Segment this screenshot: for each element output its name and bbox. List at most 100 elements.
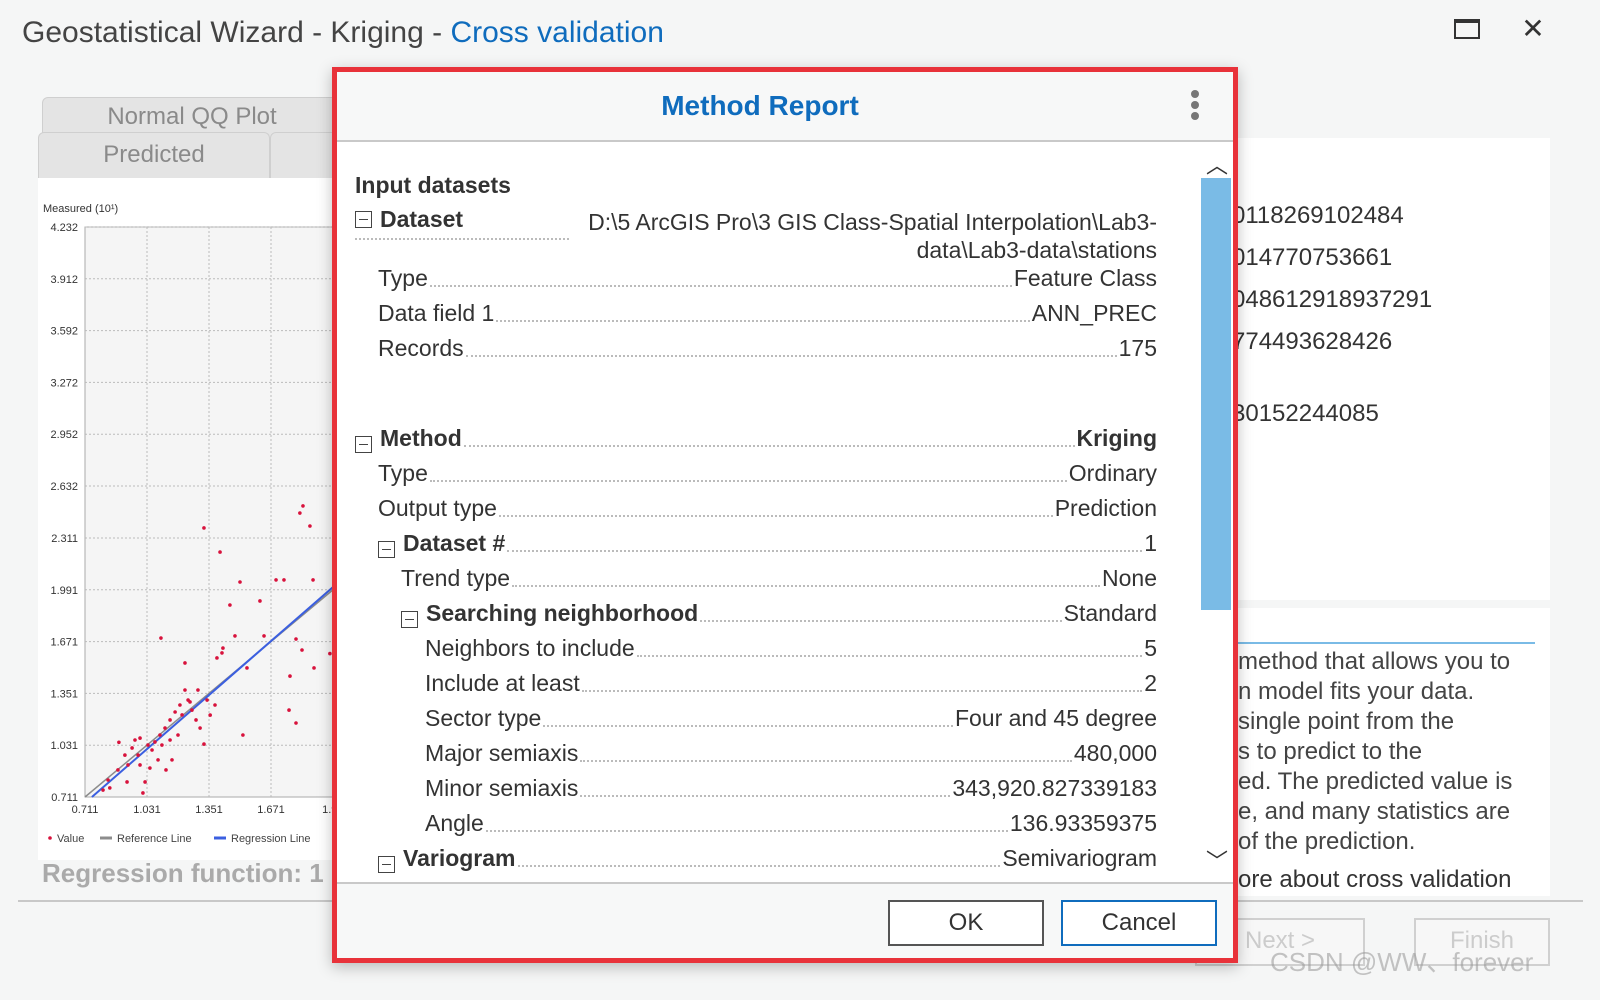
tab-predicted[interactable]: Predicted [38,132,270,178]
stat-value: 30152244085 [1232,400,1379,427]
legend-label: Reference Line [117,833,192,845]
row-value: 480,000 [1073,740,1157,766]
type-row: Type Feature Class [378,262,1157,292]
row-label: Type [378,265,428,291]
data-point [173,710,177,714]
scrollbar-thumb[interactable] [1201,178,1231,610]
data-point [146,743,150,747]
data-point [159,636,163,640]
data-point [300,648,304,652]
row-label: Trend type [401,565,511,591]
dataset-path: D:\5 ArcGIS Pro\3 GIS Class-Spatial Inte… [588,208,1157,264]
data-point [160,743,164,747]
data-point [215,656,219,660]
data-point [245,666,249,670]
chevron-up-icon[interactable]: ︿ [1205,148,1229,180]
data-point [311,578,315,582]
row-value: 136.93359375 [1009,810,1157,836]
output-type-row: Output type Prediction [378,492,1157,522]
row-label: Records [378,335,464,361]
legend-marker [48,836,52,840]
data-point [141,791,145,795]
data-point [228,603,232,607]
collapse-icon[interactable] [355,211,372,228]
sector-type-row: Sector type Four and 45 degree [425,702,1157,732]
row-label: Output type [378,495,497,521]
trend-type-row: Trend type None [401,562,1157,592]
data-point [294,721,298,725]
row-value: ANN_PREC [1031,300,1157,326]
method-report-dialog: Method Report Input datasets Dataset D:\… [332,67,1238,963]
more-vertical-icon[interactable] [1189,90,1201,124]
data-point [158,733,162,737]
data-point [150,748,154,752]
collapse-icon[interactable] [378,856,395,873]
row-label: Minor semiaxis [425,775,579,801]
data-point [220,651,224,655]
row-label: Neighbors to include [425,635,635,661]
close-icon[interactable]: ✕ [1518,14,1548,44]
data-point [163,726,167,730]
data-point [198,726,202,730]
row-label: Type [378,460,428,486]
path-line: D:\5 ArcGIS Pro\3 GIS Class-Spatial Inte… [588,209,1157,235]
angle-row: Angle 136.93359375 [425,807,1157,837]
data-point [205,698,209,702]
y-axis-label: Measured (10¹) [43,203,118,215]
data-point [148,766,152,770]
title-prefix: Geostatistical Wizard - Kriging - [22,16,451,49]
collapse-icon[interactable] [401,611,418,628]
data-point [168,718,172,722]
data-point [202,526,206,530]
learn-more-link[interactable]: ore about cross validation [1238,866,1512,894]
dialog-title: Method Report [661,90,859,121]
path-line: data\Lab3-data\stations [916,237,1157,263]
data-point [258,599,262,603]
collapse-icon[interactable] [355,436,372,453]
y-tick-label: 3.592 [50,326,78,338]
data-point [241,733,245,737]
data-point [123,753,127,757]
data-point [183,688,187,692]
scrollbar[interactable]: ︿ ﹀ [1199,144,1233,882]
cancel-button[interactable]: Cancel [1061,900,1217,946]
chevron-down-icon[interactable]: ﹀ [1205,844,1229,876]
data-point [282,578,286,582]
watermark: CSDN @WW、forever [1270,947,1534,977]
data-point [117,740,121,745]
row-label: Dataset [380,206,464,232]
x-tick-label: 1.031 [133,804,161,816]
data-point [101,788,105,792]
ok-button[interactable]: OK [888,900,1044,946]
tab-error[interactable] [270,132,340,178]
title-bar: Geostatistical Wizard - Kriging - Cross … [0,0,1600,66]
data-point [183,661,187,665]
y-tick-label: 2.632 [50,481,78,493]
collapse-icon[interactable] [378,541,395,558]
data-point [156,758,160,762]
data-point [125,780,129,784]
data-point [208,713,212,717]
data-point [164,768,168,772]
row-value: Feature Class [1013,265,1157,291]
row-value: Prediction [1054,495,1157,521]
x-tick-label: 0.711 [72,804,99,816]
y-tick-label: 0.711 [51,792,78,804]
data-point [298,511,302,515]
row-label: Data field 1 [378,300,495,326]
maximize-icon[interactable] [1452,14,1482,44]
data-point [116,768,120,772]
dataset-row: Dataset [355,206,569,240]
y-tick-label: 4.232 [50,222,78,234]
data-point [301,504,305,508]
regression-function: Regression function: 1 [42,858,324,888]
data-point [170,758,174,762]
description-panel: method that allows you to n model fits y… [1238,608,1550,896]
row-label: Major semiaxis [425,740,579,766]
data-point [180,713,184,717]
tab-normal-qq-plot[interactable]: Normal QQ Plot [42,97,342,137]
row-value: 1 [1144,530,1157,556]
data-point [136,753,140,757]
row-label: Variogram [403,845,516,871]
stat-value: 014770753661 [1232,244,1393,271]
